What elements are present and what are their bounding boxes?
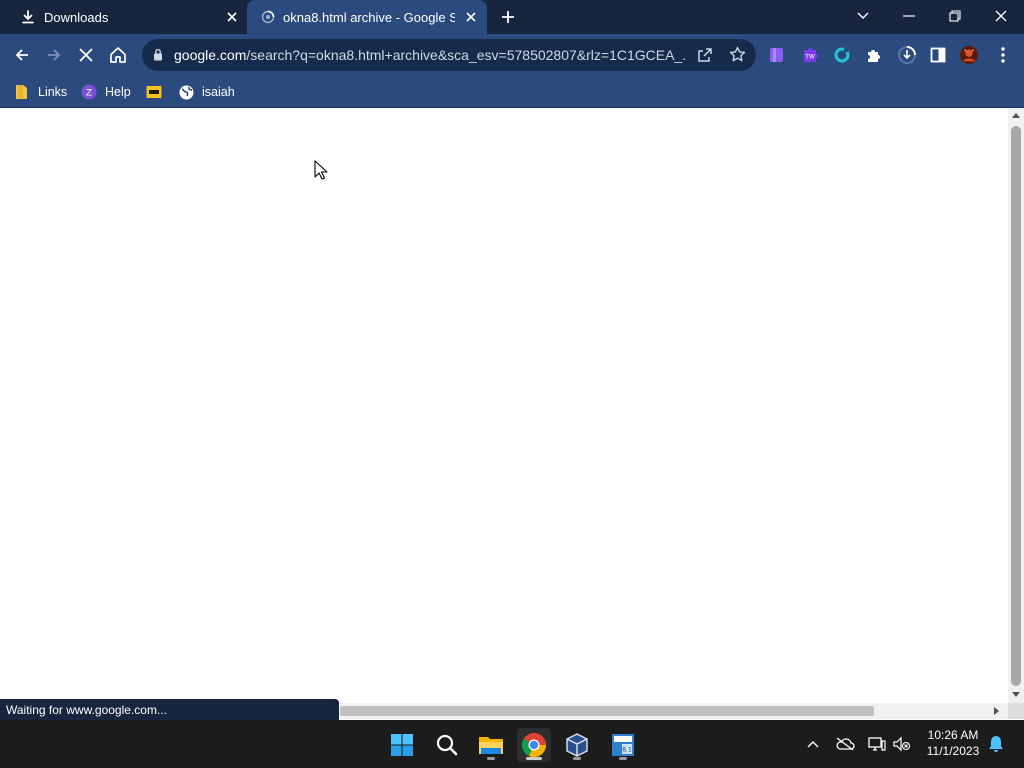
- stop-button[interactable]: [73, 42, 99, 68]
- bookmark-links[interactable]: Links: [14, 82, 67, 102]
- tab-google-search[interactable]: okna8.html archive - Google Search: [247, 0, 487, 34]
- browser-toolbar: google.com/search?q=okna8.html+archive&s…: [0, 34, 1024, 76]
- bookmarks-bar: Links Z Help isaiah: [0, 76, 1024, 108]
- notification-bell-icon[interactable]: [986, 734, 1006, 754]
- url-text[interactable]: google.com/search?q=okna8.html+archive&s…: [174, 47, 686, 63]
- windows-start-icon[interactable]: [385, 728, 419, 762]
- bookmark-label: Links: [38, 85, 68, 99]
- arrow-right-icon: [48, 49, 61, 61]
- address-bar[interactable]: google.com/search?q=okna8.html+archive&s…: [142, 39, 756, 71]
- scroll-up-arrow-icon[interactable]: [1012, 112, 1020, 118]
- onedrive-cloud-icon[interactable]: [835, 734, 855, 754]
- restore-button[interactable]: [941, 4, 969, 28]
- bookmark-label: isaiah: [202, 85, 235, 99]
- windows-taskbar: 8.1 10:26 AM 11/1/2023: [0, 720, 1024, 768]
- volume-muted-icon[interactable]: [892, 734, 912, 754]
- tw-extension-icon[interactable]: TW: [800, 45, 820, 65]
- chevron-down-icon: [857, 12, 869, 19]
- file-explorer-icon[interactable]: [474, 728, 508, 762]
- page-content-area[interactable]: [0, 108, 1008, 703]
- calculator-app-icon[interactable]: 8.1: [606, 728, 640, 762]
- tab-title: okna8.html archive - Google Search: [283, 10, 455, 25]
- bookmark-help[interactable]: Z Help: [81, 82, 131, 102]
- home-icon: [110, 47, 126, 63]
- virtualbox-icon[interactable]: [560, 728, 594, 762]
- close-tab-icon[interactable]: [463, 9, 479, 25]
- svg-text:TW: TW: [804, 54, 815, 61]
- purple-note-extension-icon[interactable]: [767, 45, 787, 65]
- url-path: /search?q=okna8.html+archive&sca_esv=578…: [246, 47, 686, 63]
- back-button[interactable]: [9, 42, 35, 68]
- star-icon[interactable]: [729, 46, 746, 63]
- bookmark-yellow[interactable]: [146, 82, 170, 102]
- svg-text:Z: Z: [86, 89, 92, 99]
- status-bubble: Waiting for www.google.com...: [0, 699, 339, 720]
- lock-icon[interactable]: [153, 48, 163, 61]
- help-badge-icon: Z: [81, 84, 97, 100]
- scroll-right-arrow-icon[interactable]: [994, 707, 1000, 715]
- stop-x-icon: [79, 48, 93, 62]
- download-progress-icon[interactable]: [897, 45, 917, 65]
- puzzle-extensions-icon[interactable]: [864, 45, 884, 65]
- restore-icon: [949, 10, 961, 22]
- bookmark-label: Help: [105, 85, 131, 99]
- minimize-icon: [903, 15, 915, 17]
- scrollbar-corner: [1008, 703, 1024, 719]
- forward-button[interactable]: [41, 42, 67, 68]
- chrome-icon[interactable]: [517, 728, 551, 762]
- close-window-button[interactable]: [987, 4, 1015, 28]
- clock-date: 11/1/2023: [926, 744, 980, 758]
- globe-icon: [178, 84, 194, 100]
- browser-titlebar: Downloads okna8.html archive - Google Se…: [0, 0, 1024, 34]
- chevron-up-icon[interactable]: [803, 734, 823, 754]
- scroll-down-arrow-icon[interactable]: [1012, 692, 1020, 698]
- system-clock[interactable]: 10:26 AM 11/1/2023: [918, 727, 988, 759]
- clock-time: 10:26 AM: [927, 728, 979, 742]
- profile-avatar-icon[interactable]: [959, 45, 979, 65]
- tab-downloads[interactable]: Downloads: [0, 0, 247, 34]
- close-tab-icon[interactable]: [224, 9, 240, 25]
- plus-icon: [502, 11, 514, 23]
- minimize-button[interactable]: [895, 4, 923, 28]
- vertical-scrollbar[interactable]: [1008, 108, 1024, 703]
- horizontal-scroll-thumb[interactable]: [340, 706, 874, 716]
- teal-ring-extension-icon[interactable]: [832, 45, 852, 65]
- yellow-bookmark-icon: [146, 84, 162, 100]
- kebab-menu-icon[interactable]: [993, 45, 1013, 65]
- loading-globe-icon: [261, 10, 275, 24]
- tab-title: Downloads: [44, 10, 109, 25]
- share-icon[interactable]: [697, 47, 713, 63]
- side-panel-icon[interactable]: [928, 45, 948, 65]
- bookmark-isaiah[interactable]: isaiah: [178, 82, 235, 102]
- url-domain: google.com: [174, 47, 247, 63]
- network-icon[interactable]: [867, 734, 887, 754]
- close-icon: [995, 10, 1007, 22]
- svg-text:8.1: 8.1: [622, 747, 632, 754]
- mouse-pointer-icon: [314, 160, 328, 180]
- search-icon[interactable]: [430, 728, 464, 762]
- vertical-scroll-thumb[interactable]: [1011, 126, 1021, 686]
- arrow-left-icon: [15, 49, 28, 61]
- download-icon: [21, 10, 35, 24]
- tab-search-button[interactable]: [849, 4, 877, 28]
- home-button[interactable]: [105, 42, 131, 68]
- new-tab-button[interactable]: [500, 9, 516, 25]
- folder-icon: [14, 84, 30, 100]
